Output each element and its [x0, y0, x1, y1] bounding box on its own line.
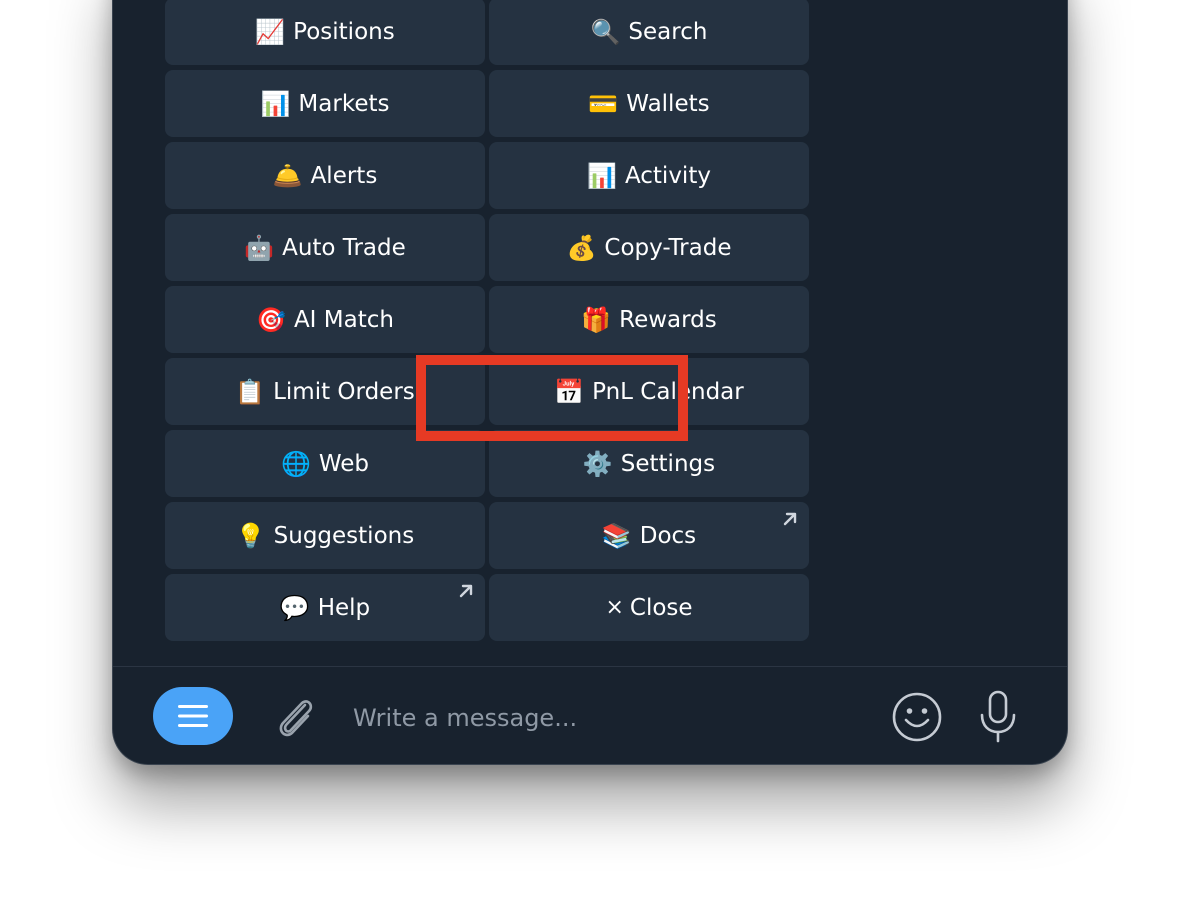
- button-label: Positions: [293, 18, 395, 45]
- button-label: Close: [629, 594, 693, 621]
- clipboard-icon: 📋: [235, 377, 266, 406]
- docs-button[interactable]: 📚 Docs: [489, 502, 809, 569]
- button-label: Alerts: [310, 162, 378, 189]
- positions-button[interactable]: 📈 Positions: [165, 0, 485, 65]
- paperclip-icon[interactable]: [271, 691, 319, 741]
- credit-card-icon: 💳: [588, 89, 619, 118]
- globe-icon: 🌐: [280, 449, 311, 478]
- speech-bubble-icon: 💬: [279, 593, 310, 622]
- button-label: AI Match: [293, 306, 394, 333]
- bot-menu-button[interactable]: [153, 687, 233, 745]
- button-label: Suggestions: [273, 522, 415, 549]
- button-label: Help: [317, 594, 371, 621]
- button-label: Rewards: [619, 306, 717, 333]
- button-label: Copy-Trade: [604, 234, 732, 261]
- hamburger-icon: [178, 705, 208, 727]
- close-button[interactable]: × Close: [489, 574, 809, 641]
- smiley-icon[interactable]: [891, 691, 943, 743]
- close-icon: ×: [605, 594, 624, 620]
- search-button[interactable]: 🔍 Search: [489, 0, 809, 65]
- suggestions-button[interactable]: 💡 Suggestions: [165, 502, 485, 569]
- button-label: Search: [628, 18, 708, 45]
- message-composer: [113, 666, 1067, 764]
- markets-button[interactable]: 📊 Markets: [165, 70, 485, 137]
- button-label: Docs: [639, 522, 697, 549]
- bell-icon: 🛎️: [272, 161, 303, 190]
- ai-match-button[interactable]: 🎯 AI Match: [165, 286, 485, 353]
- money-bag-icon: 💰: [566, 233, 597, 262]
- button-label: Auto Trade: [282, 234, 406, 261]
- magnifier-icon: 🔍: [590, 17, 621, 46]
- web-button[interactable]: 🌐 Web: [165, 430, 485, 497]
- button-label: Settings: [620, 450, 716, 477]
- alerts-button[interactable]: 🛎️ Alerts: [165, 142, 485, 209]
- message-input[interactable]: [351, 695, 835, 741]
- bar-chart-icon: 📊: [260, 89, 291, 118]
- auto-trade-button[interactable]: 🤖 Auto Trade: [165, 214, 485, 281]
- help-button[interactable]: 💬 Help: [165, 574, 485, 641]
- button-label: Web: [318, 450, 370, 477]
- chat-window: 📈 Positions 🔍 Search 📊 Markets 💳 Wallets…: [112, 0, 1068, 765]
- robot-icon: 🤖: [244, 233, 275, 262]
- target-icon: 🎯: [256, 305, 286, 334]
- limit-orders-button[interactable]: 📋 Limit Orders: [165, 358, 485, 425]
- external-link-arrow-icon: [783, 512, 797, 526]
- wallets-button[interactable]: 💳 Wallets: [489, 70, 809, 137]
- gear-icon: ⚙️: [582, 449, 613, 478]
- chart-increasing-icon: 📈: [255, 17, 286, 46]
- copy-trade-button[interactable]: 💰 Copy-Trade: [489, 214, 809, 281]
- settings-button[interactable]: ⚙️ Settings: [489, 430, 809, 497]
- gift-icon: 🎁: [581, 305, 612, 334]
- light-bulb-icon: 💡: [235, 521, 266, 550]
- button-label: Limit Orders: [273, 378, 415, 405]
- button-label: Markets: [298, 90, 390, 117]
- bar-chart-icon: 📊: [587, 161, 617, 190]
- rewards-button[interactable]: 🎁 Rewards: [489, 286, 809, 353]
- button-label: Wallets: [626, 90, 710, 117]
- calendar-icon: 📅: [554, 377, 585, 406]
- button-label: PnL Calendar: [592, 378, 744, 405]
- books-icon: 📚: [601, 521, 632, 550]
- microphone-icon[interactable]: [977, 689, 1019, 745]
- pnl-calendar-button[interactable]: 📅 PnL Calendar: [489, 358, 809, 425]
- activity-button[interactable]: 📊 Activity: [489, 142, 809, 209]
- external-link-arrow-icon: [459, 584, 473, 598]
- button-label: Activity: [624, 162, 711, 189]
